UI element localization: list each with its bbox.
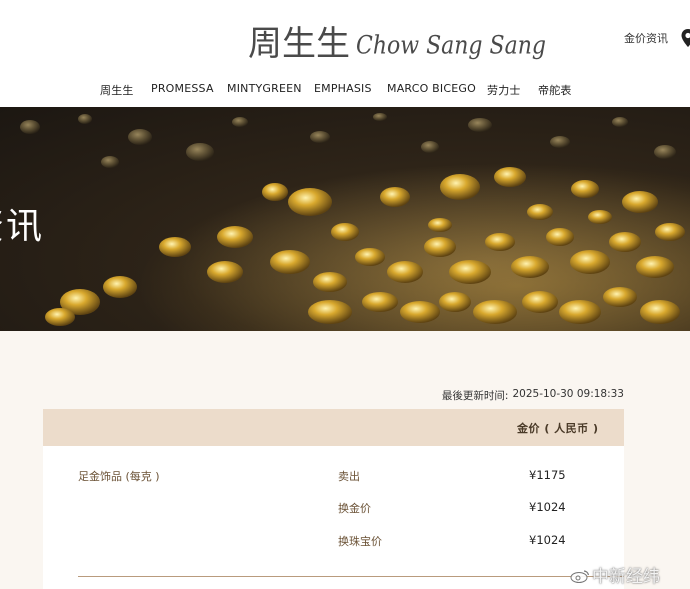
brand-logo[interactable]: 周生生 Chow Sang Sang [248,18,546,64]
table-header: 金价 ( 人民币 ) [43,409,624,446]
logo-english-text: Chow Sang Sang [356,31,546,61]
product-name: 足金饰品 (每克 ) [78,470,160,483]
map-pin-icon[interactable] [680,28,690,48]
hero-title: 资讯 [0,206,45,247]
row-value-trade-in-gold: ¥1024 [529,500,566,514]
nav-item-chow-sang-sang[interactable]: 周生生 [100,82,134,98]
table-divider [78,576,624,577]
site-header: 周生生 Chow Sang Sang 金价资讯 周生生 PROMESSA MIN… [0,0,690,107]
nav-item-emphasis[interactable]: EMPHASIS [314,82,372,95]
row-label-trade-in-jewelry: 换珠宝价 [338,535,382,548]
row-label-sell: 卖出 [338,470,360,483]
last-updated-timestamp: 2025-10-30 09:18:33 [512,388,624,400]
nav-item-marco-bicego[interactable]: MARCO BICEGO [387,82,476,95]
weibo-icon [570,570,590,583]
gold-grains-image [0,107,690,331]
column-header-price: 金价 ( 人民币 ) [517,422,599,435]
watermark: 中新经纬 [570,562,660,587]
hero-banner: 资讯 [0,107,690,331]
main-nav: 周生生 PROMESSA MINTYGREEN EMPHASIS MARCO B… [0,82,690,98]
nav-item-tudor[interactable]: 帝舵表 [538,82,572,98]
logo-chinese-text: 周生生 [248,24,350,64]
gold-price-table: 金价 ( 人民币 ) 足金饰品 (每克 ) 卖出 ¥1175 换金价 ¥1024… [43,409,624,589]
gold-price-section: 最後更新时间: 2025-10-30 09:18:33 金价 ( 人民币 ) 足… [0,331,690,589]
last-updated-label: 最後更新时间: [441,390,509,402]
row-value-sell: ¥1175 [529,468,566,482]
gold-price-info-link[interactable]: 金价资讯 [624,30,668,46]
nav-item-mintygreen[interactable]: MINTYGREEN [227,82,302,95]
row-label-trade-in-gold: 换金价 [338,502,371,515]
nav-item-rolex[interactable]: 劳力士 [487,82,521,98]
watermark-text: 中新经纬 [592,567,660,587]
last-updated: 最後更新时间: 2025-10-30 09:18:33 [442,388,624,403]
nav-item-promessa[interactable]: PROMESSA [151,82,214,95]
row-value-trade-in-jewelry: ¥1024 [529,533,566,547]
header-utilities: 金价资讯 [624,28,690,48]
